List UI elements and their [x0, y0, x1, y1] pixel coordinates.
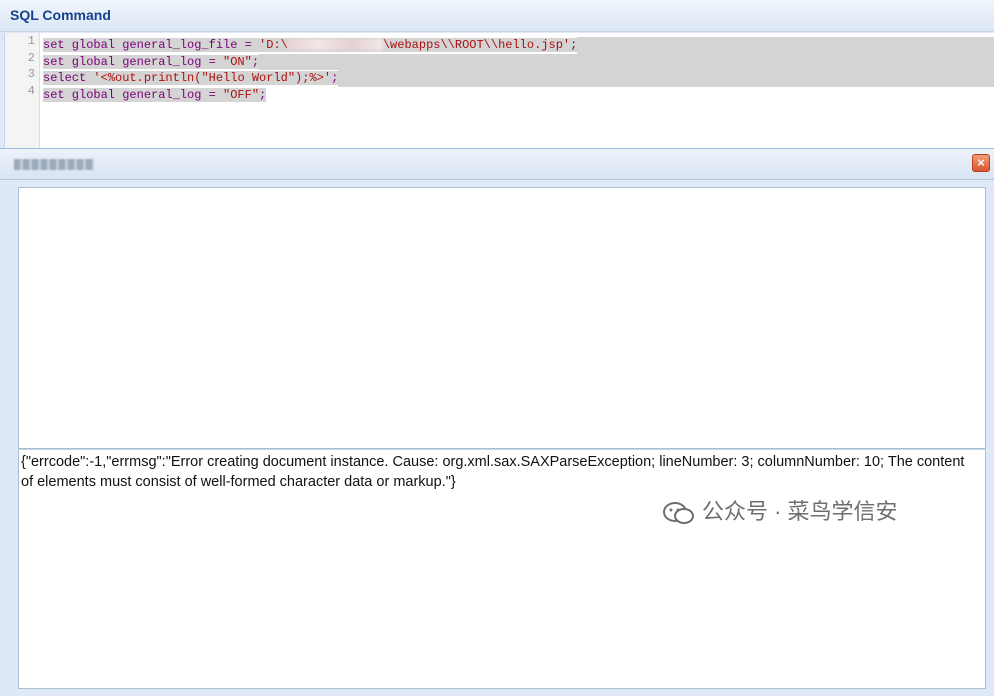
code-token: ; — [570, 38, 578, 52]
code-token: "OFF" — [223, 87, 260, 102]
code-token: \webapps\\ROOT\\hello.jsp' — [382, 38, 571, 52]
result-panel-header: × — [0, 149, 994, 180]
result-frame-top — [18, 187, 986, 449]
response-text: {"errcode":-1,"errmsg":"Error creating d… — [21, 454, 965, 490]
code-token: "ON" — [223, 54, 252, 69]
code-token: select — [43, 71, 94, 85]
redacted-path — [287, 39, 383, 51]
close-button[interactable]: × — [972, 154, 990, 172]
code-token: ; — [251, 54, 260, 69]
watermark: 公众号 · 菜鸟学信安 — [662, 494, 898, 526]
result-panel: × {"errcode":-1,"errmsg":"Error creating… — [0, 148, 994, 696]
redacted-panel-title — [14, 159, 94, 170]
sql-command-header: SQL Command — [0, 0, 994, 32]
wechat-icon — [663, 502, 694, 525]
code-token: ; — [331, 71, 339, 85]
sql-editor[interactable]: 1 2 3 4 set global general_log_file = 'D… — [4, 33, 994, 148]
sql-command-title: SQL Command — [10, 7, 111, 23]
code-token: ; — [259, 87, 267, 102]
watermark-text: 公众号 · 菜鸟学信安 — [702, 499, 898, 524]
code-area[interactable]: set global general_log_file = 'D:\ \webap… — [43, 37, 994, 103]
line-number: 2 — [27, 50, 35, 65]
code-token: set global general_log = — [43, 87, 224, 102]
line-number: 4 — [27, 83, 35, 98]
code-line: set global general_log = "ON"; — [43, 53, 994, 70]
code-token: 'D:\ — [259, 38, 288, 52]
code-line: set global general_log_file = 'D:\ \webap… — [43, 37, 994, 54]
line-number: 1 — [27, 34, 35, 48]
line-number-gutter: 1 2 3 4 — [5, 33, 40, 148]
line-number: 3 — [27, 67, 35, 81]
code-line: set global general_log = "OFF"; — [43, 87, 994, 104]
code-token: '<%out.println("Hello World");%>' — [93, 71, 332, 85]
code-token: set global general_log_file = — [43, 38, 260, 52]
result-frame-bottom: {"errcode":-1,"errmsg":"Error creating d… — [18, 449, 986, 689]
code-line: select '<%out.println("Hello World");%>'… — [43, 70, 994, 87]
code-token: set global general_log = — [43, 54, 224, 69]
